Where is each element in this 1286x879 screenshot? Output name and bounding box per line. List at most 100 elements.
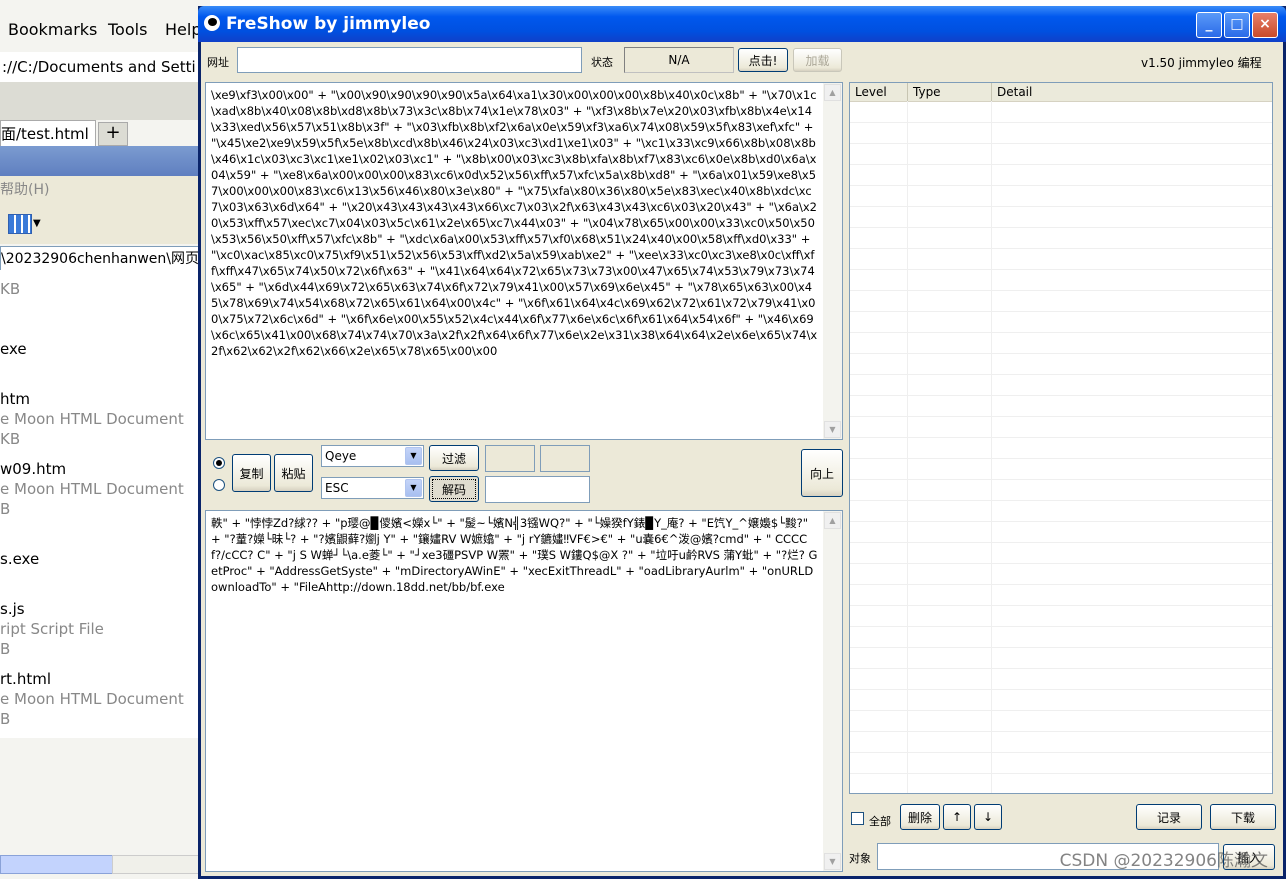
grid-line <box>850 710 1272 711</box>
decode-button[interactable]: 解码 <box>429 476 479 502</box>
scroll-down-icon[interactable]: ▼ <box>824 421 841 438</box>
menu-tools[interactable]: Tools <box>108 20 147 39</box>
scroll-up-icon[interactable]: ▲ <box>824 84 841 101</box>
radio-option-2[interactable] <box>213 479 225 491</box>
new-tab-button[interactable]: + <box>98 122 128 146</box>
list-item[interactable]: s.js <box>0 600 25 618</box>
result-listview[interactable]: Level Type Detail <box>849 82 1273 794</box>
paste-button[interactable]: 粘贴 <box>274 454 313 492</box>
grid-line <box>850 584 1272 585</box>
list-item: ript Script File <box>0 620 104 638</box>
grid-line <box>850 773 1272 774</box>
close-button[interactable]: × <box>1252 12 1278 38</box>
menu-help[interactable]: Help <box>165 20 201 39</box>
grid-line <box>850 143 1272 144</box>
filter-button[interactable]: 过滤 <box>429 445 479 471</box>
param-field-1[interactable] <box>485 445 535 472</box>
method-select[interactable]: Qeye ▼ <box>321 445 424 467</box>
grid-line <box>850 605 1272 606</box>
move-up-arrow-button[interactable]: ↑ <box>943 804 971 830</box>
url-input[interactable] <box>237 47 582 73</box>
status-label: 状态 <box>591 56 613 69</box>
select-all-label: 全部 <box>869 815 891 828</box>
window-client: 网址 状态 N/A 点击! 加载 v1.50 jimmyleo 编程 \xe9\… <box>201 42 1283 876</box>
app-icon <box>204 15 220 31</box>
download-button[interactable]: 下载 <box>1210 804 1276 830</box>
background-window: Bookmarks Tools Help ://C:/Documents and… <box>0 0 212 879</box>
grid-line <box>850 479 1272 480</box>
copy-button[interactable]: 复制 <box>232 454 271 492</box>
grid-line <box>850 185 1272 186</box>
grid-line <box>850 395 1272 396</box>
load-button[interactable]: 加载 <box>793 48 842 72</box>
explorer-file-list: KB exe htm e Moon HTML Document KB w09.h… <box>0 270 203 738</box>
output-scrollbar[interactable]: ▲ ▼ <box>823 511 842 871</box>
list-item[interactable]: KB <box>0 280 20 298</box>
select-all-checkbox[interactable] <box>851 812 864 825</box>
move-down-arrow-button[interactable]: ↓ <box>974 804 1002 830</box>
input-textarea[interactable]: \xe9\xf3\x00\x00" + "\x00\x90\x90\x90\x9… <box>205 82 843 440</box>
window-titlebar[interactable]: FreShow by jimmyleo _ □ × <box>198 6 1286 42</box>
param-field-2[interactable] <box>540 445 590 472</box>
grid-line <box>850 353 1272 354</box>
browser-address-bar[interactable]: ://C:/Documents and Setti <box>0 52 212 82</box>
grid-line <box>850 416 1272 417</box>
maximize-button[interactable]: □ <box>1224 12 1250 38</box>
chevron-down-icon[interactable]: ▼ <box>405 479 422 497</box>
grid-line <box>850 563 1272 564</box>
browser-menubar: Bookmarks Tools Help <box>0 12 210 48</box>
horizontal-scrollbar-track[interactable] <box>112 855 200 874</box>
output-textarea[interactable]: 軼" + "悖悖Zd?絿?? + "p璎@▉儍嬪<嬫x└" + "髲~└嬪N╣3… <box>205 510 843 872</box>
list-item[interactable]: htm <box>0 390 30 408</box>
delete-button[interactable]: 删除 <box>900 804 940 830</box>
version-label: v1.50 jimmyleo 编程 <box>1141 56 1262 70</box>
column-level[interactable]: Level <box>850 83 908 101</box>
record-button[interactable]: 记录 <box>1136 804 1202 830</box>
encoding-select[interactable]: ESC ▼ <box>321 477 424 499</box>
list-item[interactable]: s.exe <box>0 550 39 568</box>
explorer-path[interactable]: \20232906chenhanwen\网页 <box>0 246 202 272</box>
grid-line <box>850 731 1272 732</box>
minimize-button[interactable]: _ <box>1196 12 1222 38</box>
input-scrollbar[interactable]: ▲ ▼ <box>823 83 842 439</box>
explorer-menu-help[interactable]: 帮助(H) <box>0 176 200 204</box>
chevron-down-icon[interactable]: ▼ <box>33 218 41 229</box>
param-field-3[interactable] <box>485 476 590 503</box>
grid-line <box>850 458 1272 459</box>
grid-line <box>850 374 1272 375</box>
column-detail[interactable]: Detail <box>992 83 1272 101</box>
list-item[interactable]: rt.html <box>0 670 51 688</box>
grid-line <box>850 206 1272 207</box>
list-item: e Moon HTML Document <box>0 410 184 428</box>
grid-line <box>850 164 1272 165</box>
freshow-window: FreShow by jimmyleo _ □ × 网址 状态 N/A 点击! … <box>198 6 1286 879</box>
list-item: B <box>0 500 11 518</box>
scroll-down-icon[interactable]: ▼ <box>824 853 841 870</box>
grid-line <box>850 311 1272 312</box>
grid-line <box>850 752 1272 753</box>
list-item[interactable]: w09.htm <box>0 460 66 478</box>
grid-line <box>850 437 1272 438</box>
menu-bookmarks[interactable]: Bookmarks <box>8 20 97 39</box>
status-value: N/A <box>624 47 734 73</box>
url-label: 网址 <box>207 56 229 69</box>
radio-option-1[interactable] <box>213 457 225 469</box>
click-button[interactable]: 点击! <box>738 48 788 72</box>
browser-tab[interactable]: 面/test.html <box>0 120 96 147</box>
output-text: 軼" + "悖悖Zd?絿?? + "p璎@▉儍嬪<嬫x└" + "髲~└嬪N╣3… <box>211 516 818 594</box>
view-icon[interactable] <box>8 214 32 234</box>
list-item: e Moon HTML Document <box>0 690 184 708</box>
move-up-button[interactable]: 向上 <box>801 449 843 497</box>
column-type[interactable]: Type <box>908 83 992 101</box>
scroll-up-icon[interactable]: ▲ <box>824 512 841 529</box>
grid-line <box>850 626 1272 627</box>
list-item[interactable]: exe <box>0 340 27 358</box>
chevron-down-icon[interactable]: ▼ <box>405 447 422 465</box>
grid-line <box>907 101 908 793</box>
explorer-titlebar <box>0 146 200 176</box>
listview-header: Level Type Detail <box>850 83 1272 102</box>
horizontal-scrollbar-thumb[interactable] <box>0 855 114 874</box>
grid-line <box>850 500 1272 501</box>
list-item: B <box>0 640 11 658</box>
encoding-select-value: ESC <box>325 481 349 495</box>
